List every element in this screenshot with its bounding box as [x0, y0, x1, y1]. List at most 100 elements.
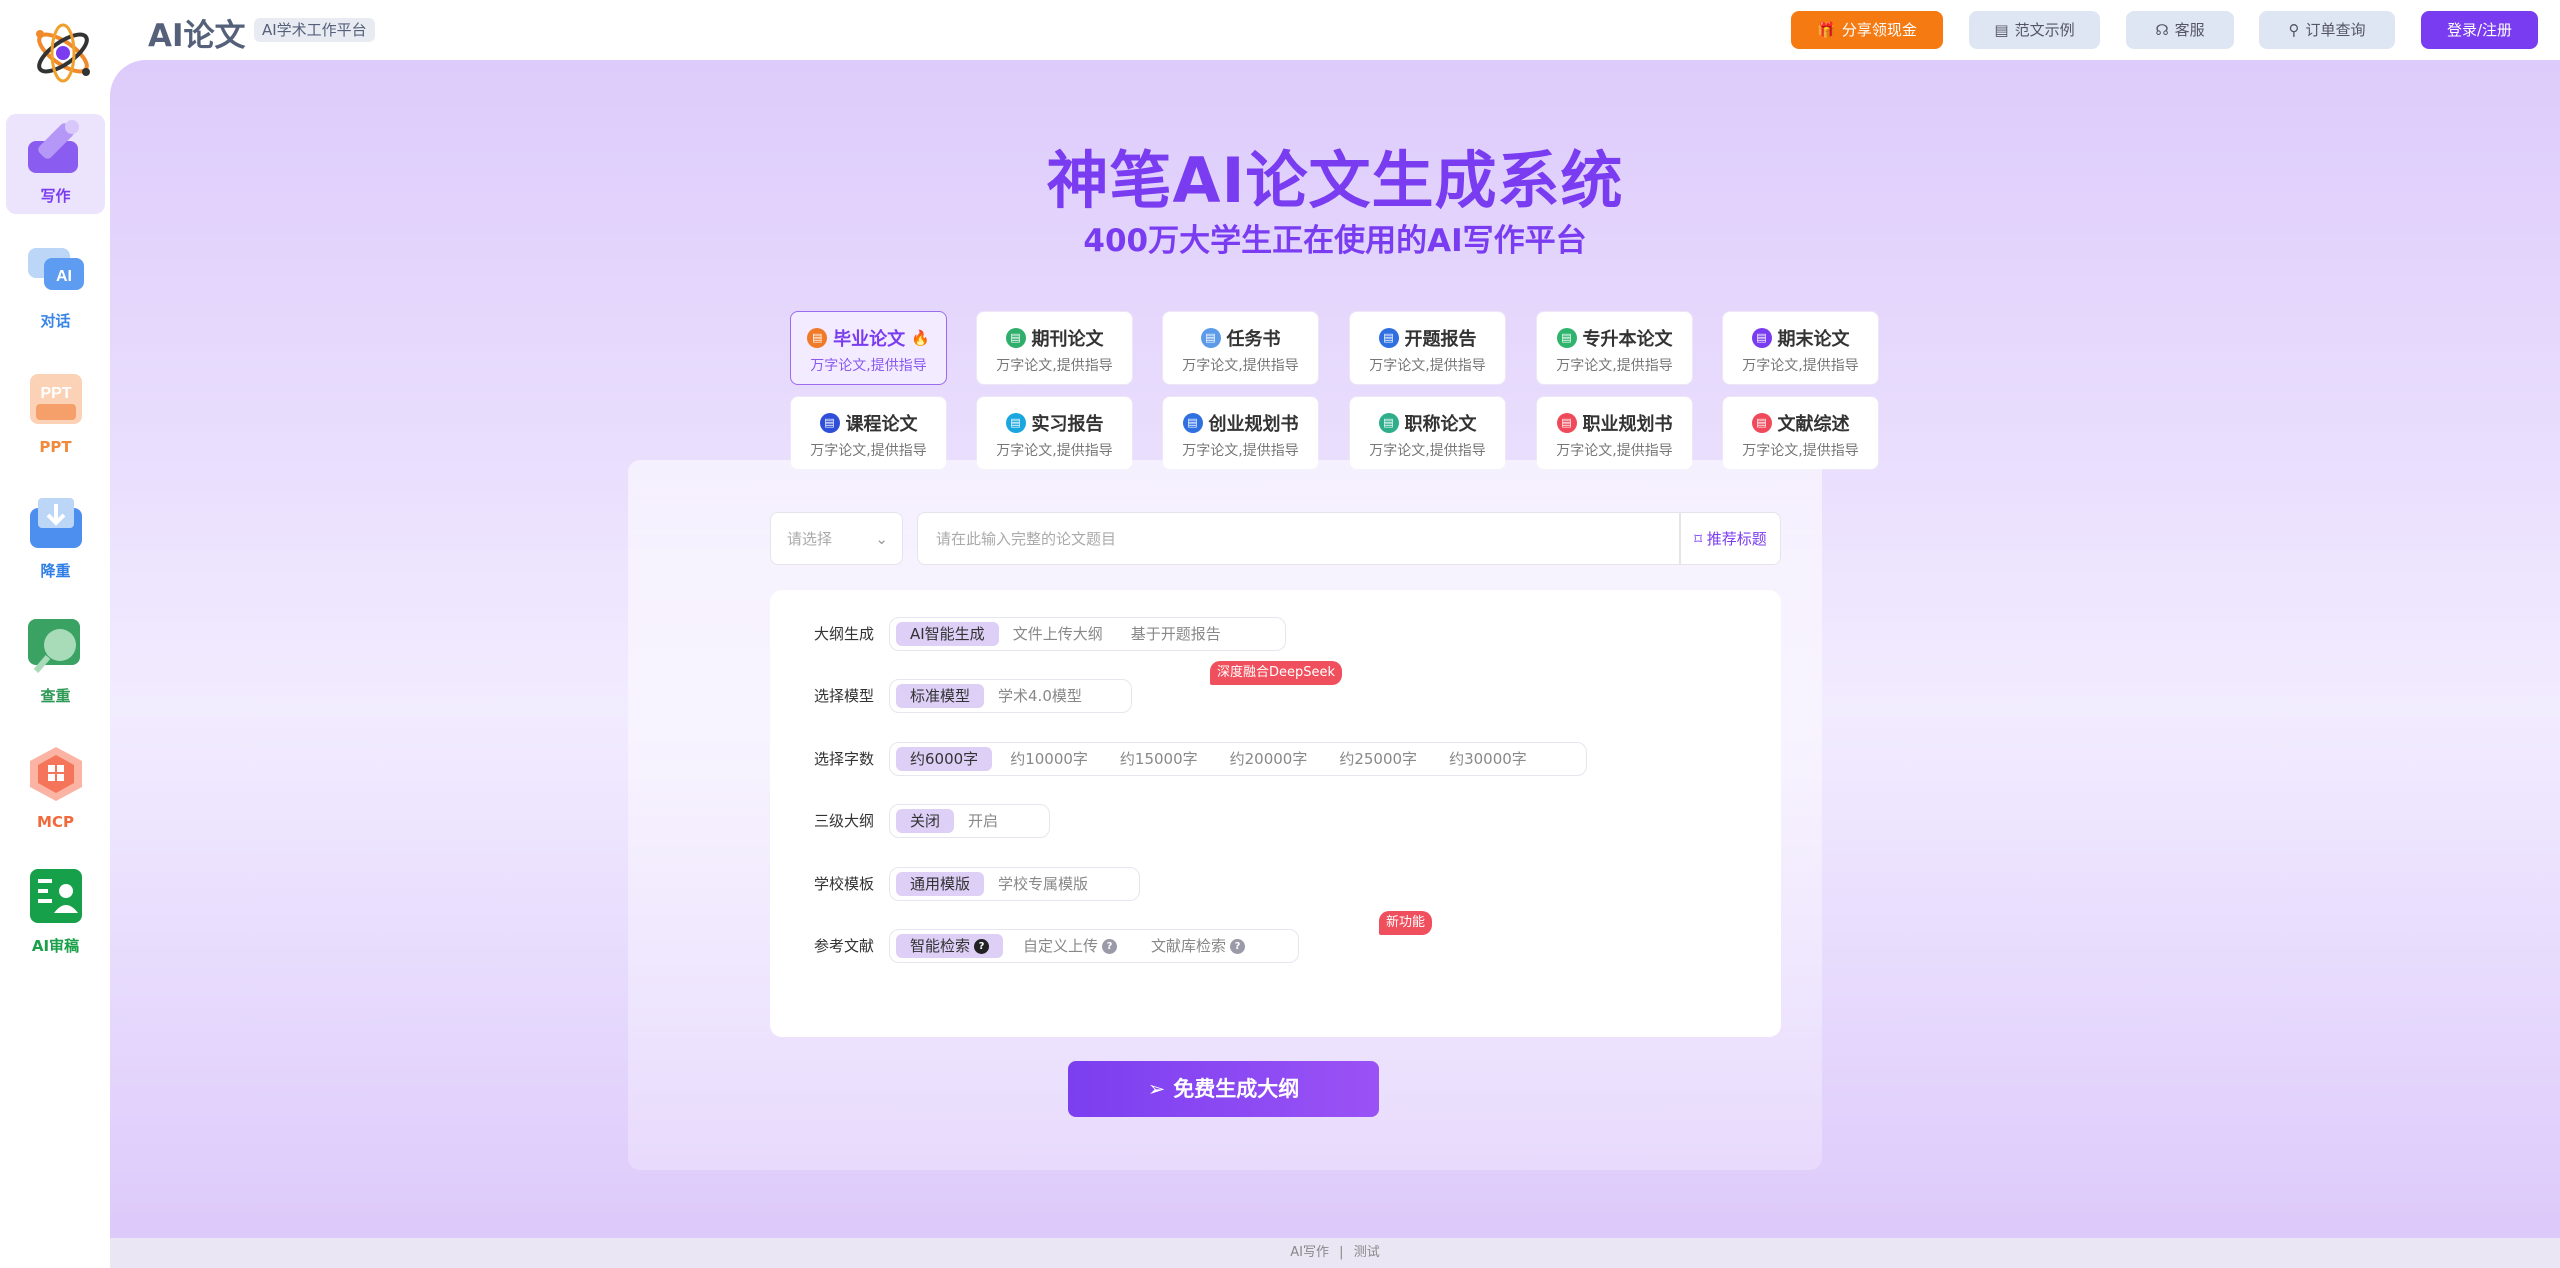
references-option-smart-label: 智能检索 [910, 937, 971, 955]
generate-outline-button[interactable]: ➢ 免费生成大纲 [1068, 1061, 1379, 1117]
model-segment: 标准模型 学术4.0模型 [889, 679, 1132, 713]
brand-name[interactable]: AI论文 [148, 10, 246, 55]
card-subtitle: 万字论文,提供指导 [1556, 358, 1673, 374]
document-icon: ▤ [1005, 328, 1026, 348]
words-option-6000[interactable]: 约6000字 [896, 747, 993, 771]
card-title: 期刊论文 [1031, 329, 1104, 350]
sidebar-item-review[interactable]: AI审稿 [6, 864, 105, 964]
sidebar-item-mcp[interactable]: MCP [6, 739, 105, 839]
references-option-library-label: 文献库检索 [1151, 937, 1227, 955]
help-icon[interactable]: ? [1102, 938, 1118, 954]
type-card-upgrade[interactable]: ▤ 专升本论文 万字论文,提供指导 [1536, 311, 1693, 385]
words-option-15000[interactable]: 约15000字 [1106, 747, 1212, 771]
page-subtitle: 400万大学生正在使用的AI写作平台 [1083, 223, 1587, 259]
template-option-school[interactable]: 学校专属模版 [984, 872, 1102, 896]
service-button[interactable]: ☊ 客服 [2126, 11, 2234, 49]
reviewer-icon [29, 869, 82, 923]
words-option-30000[interactable]: 约30000字 [1435, 747, 1541, 771]
type-card-internship[interactable]: ▤ 实习报告 万字论文,提供指导 [976, 396, 1133, 470]
document-icon: ▤ [1556, 413, 1577, 433]
sidebar-item-label: 降重 [40, 562, 71, 580]
download-box-icon [29, 498, 82, 548]
words-option-10000[interactable]: 约10000字 [996, 747, 1102, 771]
footer-link-test[interactable]: 测试 [1354, 1245, 1380, 1260]
references-option-upload[interactable]: 自定义上传? [1009, 934, 1131, 958]
new-feature-tag: 新功能 [1379, 911, 1433, 935]
type-card-journal[interactable]: ▤ 期刊论文 万字论文,提供指导 [976, 311, 1133, 385]
login-register-button[interactable]: 登录/注册 [2421, 11, 2538, 49]
sidebar-item-label: 对话 [40, 312, 71, 330]
svg-text:PPT: PPT [40, 385, 71, 402]
document-icon: ▤ [807, 328, 828, 348]
model-row: 选择模型 标准模型 学术4.0模型 深度融合DeepSeek [770, 661, 1781, 715]
document-icon: ▤ [1751, 328, 1772, 348]
card-title: 实习报告 [1031, 414, 1104, 435]
type-card-literature-review[interactable]: ▤ 文献综述 万字论文,提供指导 [1722, 396, 1879, 470]
type-card-course[interactable]: ▤ 课程论文 万字论文,提供指导 [790, 396, 947, 470]
card-subtitle: 万字论文,提供指导 [810, 443, 927, 459]
outline-segment: AI智能生成 文件上传大纲 基于开题报告 [889, 617, 1286, 651]
sidebar-item-write[interactable]: 写作 [6, 114, 105, 214]
orders-button[interactable]: ⚲ 订单查询 [2259, 11, 2395, 49]
share-cash-button[interactable]: 🎁 分享领现金 [1791, 11, 1943, 49]
document-icon: ▤ [1378, 413, 1399, 433]
words-label: 选择字数 [814, 750, 875, 768]
outline-row: 大纲生成 AI智能生成 文件上传大纲 基于开题报告 [770, 615, 1781, 653]
card-title: 毕业论文 [833, 329, 906, 350]
card-title: 期末论文 [1777, 329, 1850, 350]
sidebar-item-check[interactable]: 查重 [6, 614, 105, 714]
third-outline-option-on[interactable]: 开启 [954, 809, 1012, 833]
paper-type-select[interactable]: 请选择 ⌄ [770, 512, 903, 565]
type-card-proposal[interactable]: ▤ 开题报告 万字论文,提供指导 [1349, 311, 1506, 385]
words-option-20000[interactable]: 约20000字 [1216, 747, 1322, 771]
third-outline-option-off[interactable]: 关闭 [896, 809, 955, 833]
card-subtitle: 万字论文,提供指导 [1182, 443, 1299, 459]
template-option-general[interactable]: 通用模版 [896, 872, 985, 896]
card-subtitle: 万字论文,提供指导 [996, 358, 1113, 374]
document-icon: ▤ [1005, 413, 1026, 433]
outline-option-upload[interactable]: 文件上传大纲 [999, 622, 1117, 646]
examples-button[interactable]: ▤ 范文示例 [1969, 11, 2100, 49]
paper-title-input[interactable] [917, 512, 1680, 565]
generate-outline-label: 免费生成大纲 [1173, 1077, 1300, 1101]
references-option-library[interactable]: 文献库检索? [1137, 934, 1259, 958]
card-subtitle: 万字论文,提供指导 [1369, 443, 1486, 459]
type-card-task[interactable]: ▤ 任务书 万字论文,提供指导 [1162, 311, 1319, 385]
document-icon: ▤ [1751, 413, 1772, 433]
ai-chat-icon: AI [27, 248, 84, 290]
third-outline-label: 三级大纲 [814, 812, 875, 830]
fire-icon: 🔥 [911, 329, 930, 347]
document-icon: ▤ [819, 413, 840, 433]
type-card-final[interactable]: ▤ 期末论文 万字论文,提供指导 [1722, 311, 1879, 385]
help-icon[interactable]: ? [1230, 938, 1246, 954]
words-option-25000[interactable]: 约25000字 [1325, 747, 1431, 771]
outline-option-ai[interactable]: AI智能生成 [896, 622, 999, 646]
references-option-upload-label: 自定义上传 [1023, 937, 1099, 955]
references-label: 参考文献 [814, 937, 875, 955]
references-row: 参考文献 智能检索? 自定义上传? 文献库检索? 新功能 [770, 911, 1781, 965]
sidebar-item-chat[interactable]: AI 对话 [6, 239, 105, 339]
type-card-graduation[interactable]: ▤ 毕业论文 🔥 万字论文,提供指导 [790, 311, 947, 385]
type-card-title-paper[interactable]: ▤ 职称论文 万字论文,提供指导 [1349, 396, 1506, 470]
type-card-career-plan[interactable]: ▤ 职业规划书 万字论文,提供指导 [1536, 396, 1693, 470]
third-outline-segment: 关闭 开启 [889, 804, 1050, 838]
references-segment: 智能检索? 自定义上传? 文献库检索? [889, 929, 1299, 963]
outline-option-proposal[interactable]: 基于开题报告 [1117, 622, 1235, 646]
footer-link-ai-write[interactable]: AI写作 [1290, 1245, 1329, 1260]
sidebar-item-reduce[interactable]: 降重 [6, 489, 105, 589]
share-cash-label: 分享领现金 [1841, 21, 1917, 39]
sidebar-item-label: 写作 [40, 187, 71, 205]
card-subtitle: 万字论文,提供指导 [1369, 358, 1486, 374]
type-card-business-plan[interactable]: ▤ 创业规划书 万字论文,提供指导 [1162, 396, 1319, 470]
link-icon: ⚲ [2288, 21, 2300, 39]
help-icon[interactable]: ? [974, 938, 990, 954]
recommend-title-button[interactable]: ⌑ 推荐标题 [1680, 512, 1781, 565]
document-icon: ▤ [1182, 413, 1203, 433]
model-option-academic[interactable]: 学术4.0模型 [984, 684, 1096, 708]
sidebar-item-ppt[interactable]: PPT PPT [6, 364, 105, 464]
card-title: 职称论文 [1404, 414, 1477, 435]
mcp-cube-icon [29, 747, 82, 801]
headset-icon: ☊ [2155, 21, 2169, 39]
model-option-standard[interactable]: 标准模型 [896, 684, 985, 708]
references-option-smart[interactable]: 智能检索? [896, 934, 1004, 958]
